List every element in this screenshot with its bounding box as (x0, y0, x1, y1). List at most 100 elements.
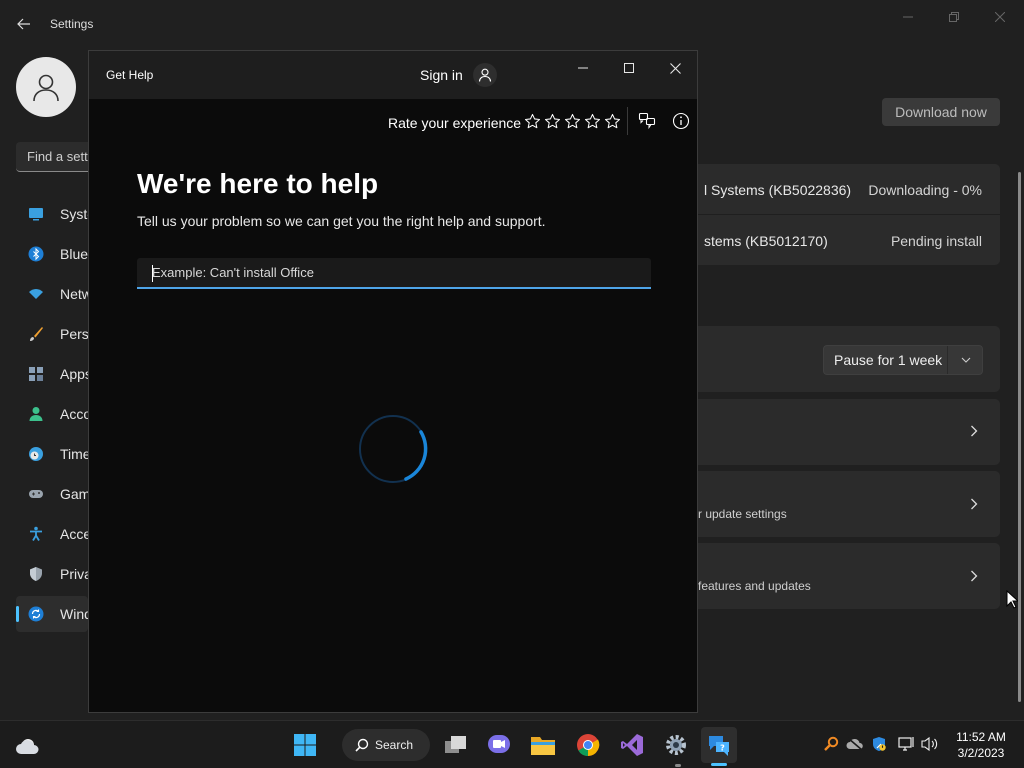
settings-close-button[interactable] (987, 8, 1013, 26)
rating-stars (523, 112, 621, 130)
feedback-icon[interactable] (638, 112, 656, 130)
nav-item-accessibility[interactable]: Accessibility (16, 516, 88, 552)
nav-item-windows-update[interactable]: Windows Update (16, 596, 88, 632)
weather-widget-button[interactable] (10, 727, 46, 763)
get-help-app-button[interactable]: ? (701, 727, 737, 763)
settings-restore-button[interactable] (941, 8, 967, 26)
update-status: Pending install (890, 233, 982, 249)
gamepad-icon (29, 490, 43, 498)
nav-item-time-language[interactable]: Time & language (16, 436, 88, 472)
task-view-button[interactable] (438, 727, 474, 763)
person-icon (29, 407, 43, 421)
minimize-icon (903, 16, 913, 18)
pause-dropdown-label: Pause for 1 week (834, 352, 943, 368)
search-orange-icon (824, 736, 839, 751)
update-list-card: l Systems (KB5022836) Downloading - 0% s… (698, 164, 1000, 265)
nav-item-label: Bluetooth & devices (60, 246, 88, 262)
nav-item-label: System (60, 206, 88, 222)
security-tray-icon[interactable] (870, 735, 888, 753)
brush-icon (30, 327, 43, 341)
star-icon[interactable] (563, 112, 581, 130)
arrow-left-icon (17, 18, 30, 30)
pause-updates-dropdown[interactable]: Pause for 1 week (823, 345, 983, 375)
network-tray-icon[interactable] (898, 735, 916, 753)
onedrive-tray-icon[interactable] (846, 735, 864, 753)
running-indicator (675, 764, 681, 767)
back-button[interactable] (12, 12, 36, 36)
get-help-minimize-button[interactable] (569, 57, 597, 79)
advanced-options-card[interactable]: r update settings (698, 471, 1000, 537)
settings-scrollbar[interactable] (1018, 172, 1021, 702)
nav-item-apps[interactable]: Apps (16, 356, 88, 392)
divider (947, 346, 948, 374)
settings-app-button[interactable] (658, 727, 694, 763)
person-icon (478, 68, 492, 82)
update-history-card[interactable] (698, 399, 1000, 465)
shield-icon (873, 737, 886, 751)
taskbar-clock[interactable]: 11:52 AM 3/2/2023 (950, 729, 1012, 761)
download-now-button[interactable]: Download now (882, 98, 1000, 126)
search-icon (355, 738, 369, 752)
taskbar-search-button[interactable]: Search (342, 729, 430, 761)
settings-title: Settings (50, 17, 94, 31)
clock-time: 11:52 AM (956, 730, 1006, 744)
star-icon[interactable] (583, 112, 601, 130)
nav-item-privacy-security[interactable]: Privacy & security (16, 556, 88, 592)
star-icon[interactable] (523, 112, 541, 130)
info-icon[interactable] (672, 112, 690, 130)
tray-app-icon[interactable] (822, 735, 840, 753)
nav-item-label: Privacy & security (60, 566, 88, 582)
svg-text:?: ? (720, 744, 725, 753)
minimize-icon (578, 67, 588, 69)
clock-globe-icon (29, 447, 43, 461)
chevron-right-icon (971, 425, 978, 437)
volume-tray-icon[interactable] (921, 735, 939, 753)
visual-studio-button[interactable] (614, 727, 650, 763)
chrome-icon (577, 734, 600, 756)
clock-date: 3/2/2023 (957, 746, 1005, 760)
chevron-right-icon (971, 498, 978, 510)
nav-item-personalization[interactable]: Personalization (16, 316, 88, 352)
get-help-close-button[interactable] (661, 57, 689, 79)
find-setting-input[interactable]: Find a setting (16, 142, 96, 172)
nav-item-system[interactable]: System (16, 196, 88, 232)
taskbar: Search ? 11:52 AM 3/2/2023 (0, 720, 1024, 768)
nav-item-label: Gaming (60, 486, 88, 502)
file-explorer-button[interactable] (525, 727, 561, 763)
apps-icon (29, 367, 43, 381)
sign-in-link[interactable]: Sign in (420, 67, 463, 83)
visual-studio-icon (621, 734, 643, 756)
nav-item-accounts[interactable]: Accounts (16, 396, 88, 432)
bluetooth-icon (28, 246, 44, 262)
problem-search-input[interactable] (137, 258, 651, 289)
nav-item-network[interactable]: Network & internet (16, 276, 88, 312)
chat-app-button[interactable] (481, 727, 517, 763)
star-icon[interactable] (603, 112, 621, 130)
windows-logo-icon (294, 734, 316, 756)
chevron-down-icon[interactable] (950, 346, 982, 374)
card-subtitle: features and updates (698, 579, 811, 593)
start-button[interactable] (287, 727, 323, 763)
chrome-button[interactable] (570, 727, 606, 763)
cloud-offline-icon (846, 737, 863, 751)
get-help-heading: We're here to help (137, 168, 379, 199)
nav-item-gaming[interactable]: Gaming (16, 476, 88, 512)
gear-icon (666, 735, 686, 755)
nav-item-label: Windows Update (60, 606, 88, 622)
star-icon[interactable] (543, 112, 561, 130)
get-help-subtext: Tell us your problem so we can get you t… (137, 213, 546, 229)
insider-program-card[interactable]: features and updates (698, 543, 1000, 609)
restore-icon (949, 12, 959, 22)
close-icon (995, 12, 1005, 22)
settings-titlebar: Settings (0, 0, 1024, 48)
update-name: stems (KB5012170) (704, 233, 828, 249)
sign-in-button[interactable] (473, 63, 497, 87)
wifi-icon (29, 289, 43, 299)
person-icon (33, 74, 59, 102)
task-view-icon (445, 736, 466, 753)
update-status: Downloading - 0% (868, 182, 982, 198)
nav-item-bluetooth[interactable]: Bluetooth & devices (16, 236, 88, 272)
get-help-maximize-button[interactable] (615, 57, 643, 79)
settings-minimize-button[interactable] (895, 8, 921, 26)
user-avatar[interactable] (16, 57, 76, 117)
